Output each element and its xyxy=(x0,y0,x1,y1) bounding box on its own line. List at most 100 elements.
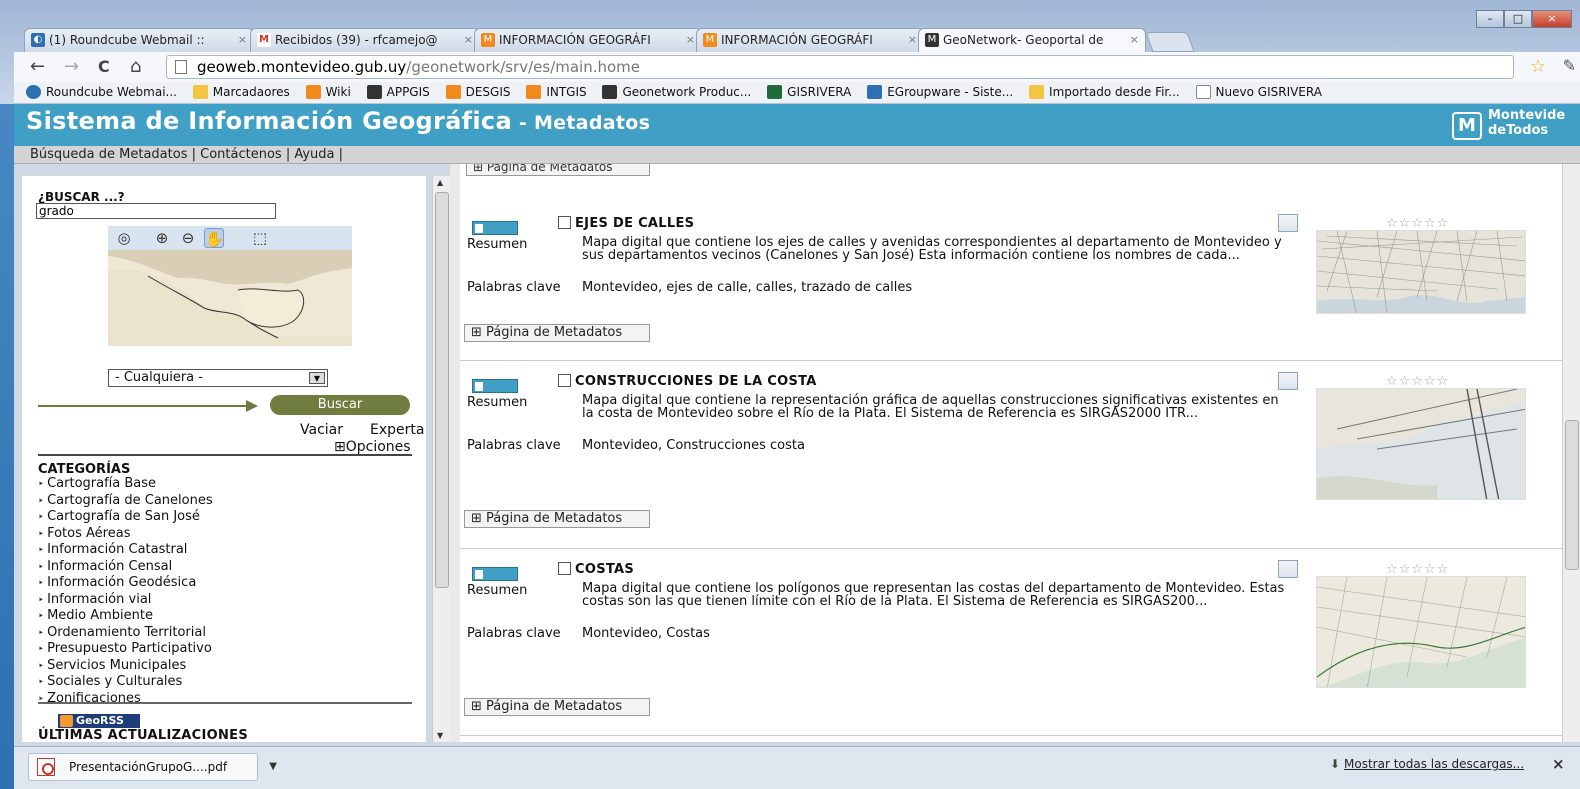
home-icon[interactable]: ⌂ xyxy=(130,56,141,78)
bookmark-roundcube[interactable]: Roundcube Webmai... xyxy=(26,82,177,102)
overview-map[interactable] xyxy=(108,250,352,346)
bookmark-appgis[interactable]: APPGIS xyxy=(366,82,430,102)
rating-stars[interactable]: ☆☆☆☆☆ xyxy=(1386,216,1449,231)
record-checkbox[interactable] xyxy=(558,216,571,229)
montevideo-logo-icon[interactable]: M xyxy=(1452,112,1482,140)
summary-label: Resumen xyxy=(467,237,528,252)
experta-link[interactable]: Experta xyxy=(370,422,424,438)
category-item[interactable]: Ordenamiento Territorial xyxy=(38,625,213,642)
results-scrollbar[interactable] xyxy=(1562,164,1580,742)
metadata-document-icon[interactable] xyxy=(1278,372,1298,390)
record-title[interactable]: EJES DE CALLES xyxy=(575,216,694,231)
opciones-link[interactable]: ⊞Opciones xyxy=(334,439,411,455)
category-item[interactable]: Información Censal xyxy=(38,559,213,576)
search-input[interactable] xyxy=(36,203,276,219)
zoom-in-icon[interactable]: ⊕ xyxy=(152,228,172,248)
bookmark-label: GISRIVERA xyxy=(787,85,852,99)
record-title[interactable]: COSTAS xyxy=(575,562,634,577)
close-window-button[interactable]: × xyxy=(1532,10,1572,28)
maximize-button[interactable]: □ xyxy=(1504,10,1532,28)
close-tab-icon[interactable]: × xyxy=(464,29,473,51)
tab-roundcube[interactable]: ◐ (1) Roundcube Webmail :: × xyxy=(24,28,254,52)
egroupware-icon xyxy=(867,85,883,99)
scrollbar-thumb[interactable] xyxy=(435,192,449,588)
metadata-document-icon[interactable] xyxy=(1278,214,1298,232)
chevron-down-icon[interactable]: ▼ xyxy=(269,754,277,780)
wrench-icon[interactable]: ✎ xyxy=(1563,56,1576,75)
tab-informacion-2[interactable]: M INFORMACIÓN GEOGRÁFI × xyxy=(696,28,924,52)
bookmark-importado[interactable]: Importado desde Fir... xyxy=(1029,82,1180,102)
tab-recibidos[interactable]: M Recibidos (39) - rfcamejo@ × xyxy=(250,28,480,52)
bookmark-label: Marcadaores xyxy=(212,85,290,99)
zoom-out-icon[interactable]: ⊖ xyxy=(178,228,198,248)
georss-badge[interactable]: GeoRSS xyxy=(58,714,140,728)
scrollbar-thumb[interactable] xyxy=(1565,420,1579,570)
forward-arrow-icon[interactable]: → xyxy=(64,56,79,78)
reload-icon[interactable]: C xyxy=(98,56,110,78)
record-thumbnail[interactable] xyxy=(1316,388,1526,500)
menu-contactenos[interactable]: Contáctenos xyxy=(200,147,282,162)
category-item[interactable]: Servicios Municipales xyxy=(38,658,213,675)
chevron-down-icon[interactable]: ▼ xyxy=(309,372,325,384)
category-item[interactable]: Presupuesto Participativo xyxy=(38,641,213,658)
close-tab-icon[interactable]: × xyxy=(1130,29,1139,51)
bookmark-egroupware[interactable]: EGroupware - Siste... xyxy=(867,82,1013,102)
vaciar-link[interactable]: Vaciar xyxy=(300,422,343,438)
show-all-downloads-link[interactable]: Mostrar todas las descargas... xyxy=(1344,757,1524,771)
pan-hand-icon[interactable]: ✋ xyxy=(204,228,224,248)
zoom-extent-icon[interactable]: ◎ xyxy=(114,228,134,248)
download-arrow-icon: ⬇ xyxy=(1330,757,1341,771)
scroll-down-icon[interactable]: ▼ xyxy=(437,731,443,740)
tab-label: INFORMACIÓN GEOGRÁFI xyxy=(721,33,873,47)
record-title[interactable]: CONSTRUCCIONES DE LA COSTA xyxy=(575,374,817,389)
rating-stars[interactable]: ☆☆☆☆☆ xyxy=(1386,562,1449,577)
category-item[interactable]: Fotos Aéreas xyxy=(38,526,213,543)
left-scrollbar[interactable]: ▲ ▼ xyxy=(432,176,450,742)
bookmark-desgis[interactable]: DESGIS xyxy=(445,82,511,102)
minimize-button[interactable]: – xyxy=(1476,10,1504,28)
bookmark-marcadaores[interactable]: Marcadaores xyxy=(192,82,290,102)
bookmark-geonetwork[interactable]: Geonetwork Produc... xyxy=(602,82,751,102)
back-arrow-icon[interactable]: ← xyxy=(30,56,45,78)
bookmark-intgis[interactable]: INTGIS xyxy=(526,82,587,102)
page-metadata-button[interactable]: ⊞ Página de Metadatos xyxy=(464,698,650,716)
metadata-document-icon[interactable] xyxy=(1278,560,1298,578)
category-item[interactable]: Zonificaciones xyxy=(38,691,213,708)
bookmark-wiki[interactable]: Wiki xyxy=(305,82,351,102)
category-item[interactable]: Medio Ambiente xyxy=(38,608,213,625)
menu-busqueda[interactable]: Búsqueda de Metadatos xyxy=(30,147,187,162)
download-item[interactable]: PresentaciónGrupoG....pdf ▼ xyxy=(28,753,277,781)
panel-splitter[interactable] xyxy=(450,164,460,742)
category-item[interactable]: Cartografía Base xyxy=(38,476,213,493)
category-item[interactable]: Información Catastral xyxy=(38,542,213,559)
category-item[interactable]: Sociales y Culturales xyxy=(38,674,213,691)
select-box-icon[interactable]: ⬚ xyxy=(250,228,270,248)
tab-geonetwork[interactable]: M GeoNetwork- Geoportal de × xyxy=(918,28,1146,52)
keywords-label: Palabras clave xyxy=(467,626,561,641)
close-tab-icon[interactable]: × xyxy=(908,29,917,51)
new-tab-button[interactable] xyxy=(1145,32,1195,52)
rating-stars[interactable]: ☆☆☆☆☆ xyxy=(1386,374,1449,389)
category-select[interactable]: - Cualquiera - ▼ xyxy=(108,369,328,387)
category-item[interactable]: Cartografía de San José xyxy=(38,509,213,526)
bookmark-star-icon[interactable]: ☆ xyxy=(1530,56,1546,77)
logo-text-line: Montevide xyxy=(1488,108,1566,123)
close-tab-icon[interactable]: × xyxy=(686,29,695,51)
tab-informacion-1[interactable]: M INFORMACIÓN GEOGRÁFI × xyxy=(474,28,702,52)
record-thumbnail[interactable] xyxy=(1316,576,1526,688)
record-checkbox[interactable] xyxy=(558,562,571,575)
menu-ayuda[interactable]: Ayuda xyxy=(294,147,334,162)
record-thumbnail[interactable] xyxy=(1316,230,1526,314)
bookmark-gisrivera[interactable]: GISRIVERA xyxy=(767,82,851,102)
bookmark-nuevo-gisrivera[interactable]: Nuevo GISRIVERA xyxy=(1195,82,1322,102)
category-item[interactable]: Información Geodésica xyxy=(38,575,213,592)
close-tab-icon[interactable]: × xyxy=(238,29,247,51)
buscar-button[interactable]: Buscar xyxy=(270,395,410,415)
close-icon[interactable]: × xyxy=(1552,755,1565,773)
montevideo-logo-text[interactable]: Montevide deTodos xyxy=(1488,108,1565,138)
category-item[interactable]: Información vial xyxy=(38,592,213,609)
category-item[interactable]: Cartografía de Canelones xyxy=(38,493,213,510)
address-bar[interactable]: geoweb.montevideo.gub.uy/geonetwork/srv/… xyxy=(166,55,1514,79)
scroll-up-icon[interactable]: ▲ xyxy=(437,178,443,187)
record-checkbox[interactable] xyxy=(558,374,571,387)
